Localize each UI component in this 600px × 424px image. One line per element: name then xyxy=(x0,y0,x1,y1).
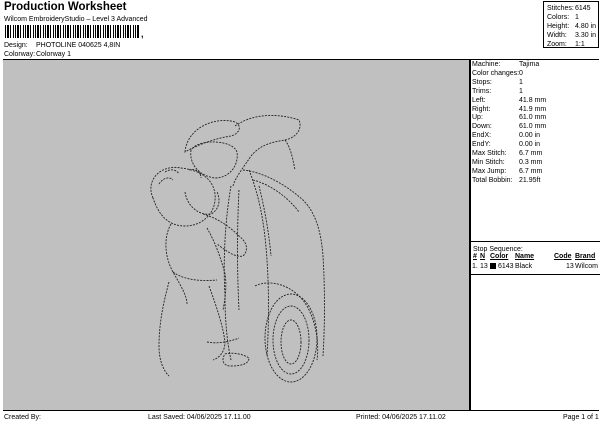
stop-sequence-title: Stop Sequence: xyxy=(473,246,523,253)
stop-sequence-rule xyxy=(471,274,600,275)
stat-label: Height: xyxy=(547,23,570,30)
colorway-value: Colorway 1 xyxy=(36,51,72,58)
col-index: # xyxy=(473,253,477,260)
colorway-label: Colorway: xyxy=(4,51,36,58)
stats-box: Stitches:6145 Colors: 1 Height: 4.80 in Wi… xyxy=(543,1,599,48)
page-number: Page 1 of 1 xyxy=(563,414,599,421)
panel-divider xyxy=(471,241,600,242)
stat-label: Stitches: xyxy=(547,5,574,12)
barcode xyxy=(5,25,140,38)
row-n: 13 xyxy=(480,263,488,270)
colorway-row: Colorway:Colorway 1 xyxy=(4,51,71,58)
machine-info-value: Tajima xyxy=(519,61,540,68)
design-value: PHOTOLINE 040625 4,8IN xyxy=(36,42,121,49)
machine-info-label: Up: xyxy=(472,114,483,122)
machine-info-value: 0.00 in xyxy=(519,132,541,140)
machine-info-value: 1 xyxy=(519,87,523,95)
stat-value: 1:1 xyxy=(575,41,585,48)
footer: Created By: Last Saved: 04/06/2025 17.11… xyxy=(3,410,599,424)
software-subtitle: Wilcom EmbroideryStudio – Level 3 Advanc… xyxy=(4,16,148,23)
machine-info-label: Total Bobbin: xyxy=(472,176,513,184)
machine-info-value: 41.9 mm xyxy=(519,105,547,113)
machine-info-label: Trims: xyxy=(472,87,492,95)
design-preview xyxy=(3,60,470,410)
stat-stitches: Stitches:6145 xyxy=(547,5,591,12)
col-brand: Brand xyxy=(575,253,596,260)
last-saved: Last Saved: 04/06/2025 17.11.00 xyxy=(148,414,251,421)
stat-label: Colors: xyxy=(547,14,570,21)
machine-info-label: Max Jump: xyxy=(472,167,507,175)
worksheet-title: Production Worksheet xyxy=(4,1,127,13)
stat-colors: Colors: 1 xyxy=(547,14,579,21)
stat-label: Width: xyxy=(547,32,567,39)
design-row: Design: PHOTOLINE 040625 4,8IN xyxy=(4,42,120,49)
row-name: Black xyxy=(515,263,533,270)
embroidery-artwork xyxy=(150,114,325,383)
stat-value: 6145 xyxy=(575,5,591,12)
machine-info-value: 0.3 mm xyxy=(519,158,543,166)
machine-info-panel: Machine: Tajima Color changes: 0 Stops: 1 Trim… xyxy=(470,60,600,410)
created-by: Created By: xyxy=(4,414,41,421)
machine-info-label: Min Stitch: xyxy=(472,158,505,166)
row-stitches: 6143 xyxy=(498,263,514,270)
stat-label: Zoom: xyxy=(547,41,567,48)
machine-info-label: Left: xyxy=(472,96,486,104)
machine-info-value: 61.0 mm xyxy=(519,114,547,122)
stat-value: 3.30 in xyxy=(575,32,597,39)
machine-info-value: 41.8 mm xyxy=(519,96,547,104)
machine-info-label: EndX: xyxy=(472,132,492,140)
machine-info-value: 61.0 mm xyxy=(519,123,547,131)
machine-info-label: Right: xyxy=(472,105,491,113)
machine-info-label: Down: xyxy=(472,123,492,131)
col-n: N xyxy=(480,253,486,260)
machine-info-label: Stops: xyxy=(472,78,492,86)
row-brand: Wilcom xyxy=(575,263,598,270)
machine-info-value: 6.7 mm xyxy=(519,150,543,157)
machine-info-value: 1 xyxy=(519,78,523,86)
stat-height: Height: 4.80 in xyxy=(547,23,596,30)
machine-info-label: Max Stitch: xyxy=(472,150,507,157)
row-code: 13 xyxy=(566,263,574,270)
stat-zoom: Zoom: 1:1 xyxy=(547,41,585,48)
stat-value: 1 xyxy=(575,14,579,21)
col-color: Color xyxy=(490,253,509,260)
col-code: Code xyxy=(554,253,572,260)
stat-value: 4.80 in xyxy=(575,23,597,30)
machine-info-label: Color changes: xyxy=(472,69,520,77)
col-name: Name xyxy=(515,253,535,260)
barcode-suffix: , xyxy=(141,29,144,39)
machine-info-value: 0.00 in xyxy=(519,141,541,149)
stat-width: Width: 3.30 in xyxy=(547,32,596,39)
design-label: Design: xyxy=(4,42,28,49)
machine-info-label: EndY: xyxy=(472,141,491,149)
machine-info-value: 21.95ft xyxy=(519,176,541,184)
machine-info-label: Machine: xyxy=(472,61,501,68)
machine-info-value: 6.7 mm xyxy=(519,167,543,175)
printed-date: Printed: 04/06/2025 17.11.02 xyxy=(356,414,446,421)
machine-info-value: 0 xyxy=(519,69,523,77)
color-swatch xyxy=(490,263,496,269)
row-index: 1. xyxy=(472,263,478,270)
